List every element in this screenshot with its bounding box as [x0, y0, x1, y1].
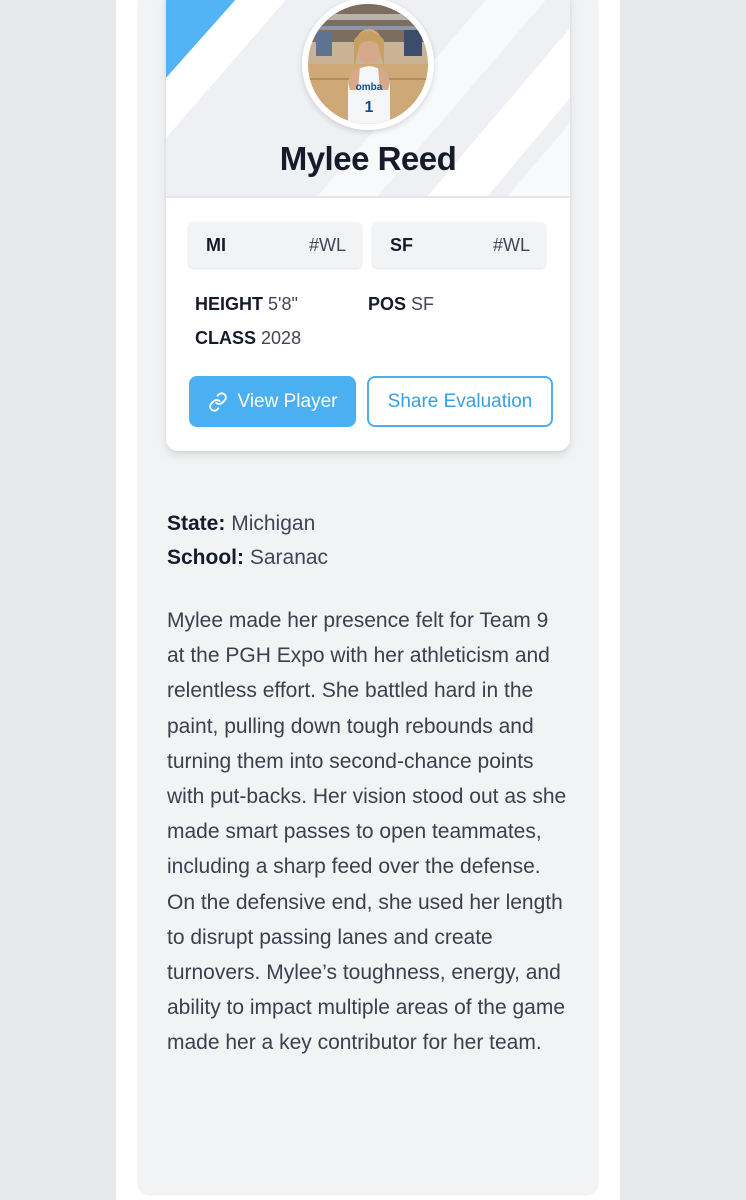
class-stat: CLASS 2028 [195, 328, 301, 349]
svg-text:1: 1 [365, 99, 374, 116]
player-card: omba 1 Mylee Reed MI #WL SF #WL HEIGHT 5… [166, 0, 570, 451]
position-stat: POS SF [368, 294, 434, 315]
avatar: omba 1 [308, 4, 428, 124]
avatar-frame: omba 1 [302, 0, 434, 130]
height-stat: HEIGHT 5'8" [195, 294, 298, 315]
height-label: HEIGHT [195, 294, 264, 314]
share-evaluation-label: Share Evaluation [387, 390, 533, 412]
class-value: 2028 [261, 328, 302, 348]
class-label: CLASS [195, 328, 257, 348]
badge-state: SF [390, 234, 414, 255]
view-player-button[interactable]: View Player [189, 376, 356, 427]
badge-tag: #WL [308, 234, 346, 255]
player-card-header: omba 1 Mylee Reed [166, 0, 570, 198]
evaluation-text: Mylee made her presence felt for Team 9 … [167, 609, 567, 1055]
school-label: School: [167, 546, 244, 569]
state-detail: State: Michigan [167, 512, 315, 536]
badge-tag: #WL [492, 234, 530, 255]
height-value: 5'8" [268, 294, 298, 314]
share-evaluation-button[interactable]: Share Evaluation [367, 376, 553, 427]
badge-state: MI [206, 234, 226, 255]
svg-text:omba: omba [356, 82, 383, 93]
state-label: State: [167, 512, 226, 535]
school-detail: School: Saranac [167, 546, 328, 570]
player-name: Mylee Reed [279, 140, 457, 177]
school-value: Saranac [249, 546, 329, 569]
state-badge-mi: MI #WL [188, 222, 362, 268]
pos-label: POS [368, 294, 407, 314]
pos-value: SF [411, 294, 435, 314]
position-badge-sf: SF #WL [372, 222, 546, 268]
state-value: Michigan [231, 512, 316, 535]
link-icon [208, 391, 227, 412]
view-player-label: View Player [237, 390, 338, 412]
